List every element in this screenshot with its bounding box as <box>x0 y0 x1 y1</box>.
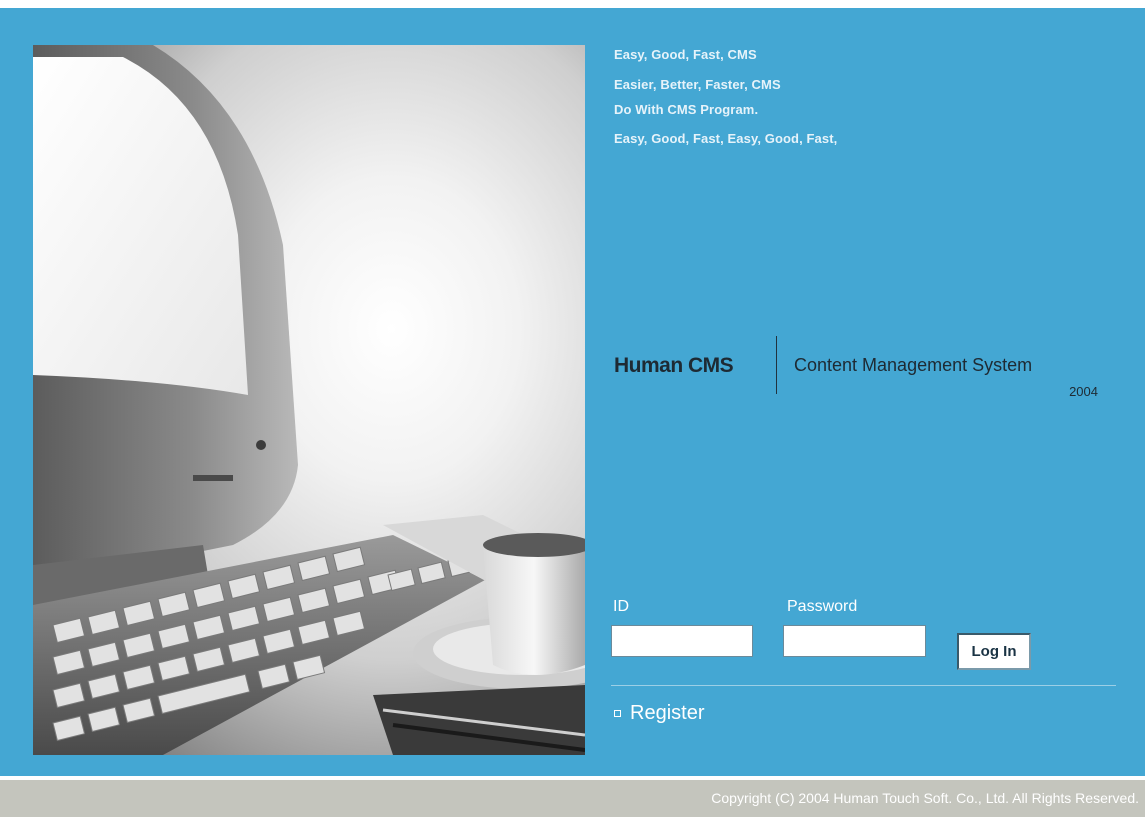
tagline-line-3: Do With CMS Program. <box>614 102 759 117</box>
password-input[interactable] <box>783 625 926 657</box>
login-button[interactable]: Log In <box>957 633 1031 670</box>
register-link[interactable]: Register <box>614 702 704 725</box>
login-panel: Easy, Good, Fast, CMS Easier, Better, Fa… <box>0 8 1145 776</box>
id-label: ID <box>613 598 629 615</box>
brand-subtitle: Content Management System <box>794 355 1033 375</box>
tagline-line-2: Easier, Better, Faster, CMS <box>614 77 781 92</box>
copyright-text: Copyright (C) 2004 Human Touch Soft. Co.… <box>711 790 1139 806</box>
brand-year: 2004 <box>1069 384 1098 399</box>
computer-keyboard-photo <box>33 45 585 755</box>
separator-line <box>611 685 1116 686</box>
tagline-line-1: Easy, Good, Fast, CMS <box>614 47 757 62</box>
footer-bar: Copyright (C) 2004 Human Touch Soft. Co.… <box>0 780 1145 817</box>
tagline-line-4: Easy, Good, Fast, Easy, Good, Fast, <box>614 131 838 146</box>
password-label: Password <box>787 598 858 615</box>
brand-logo: Human CMS <box>614 354 734 377</box>
register-label: Register <box>630 702 705 724</box>
id-input[interactable] <box>611 625 753 657</box>
square-bullet-icon <box>614 710 621 717</box>
brand-divider <box>776 336 777 394</box>
